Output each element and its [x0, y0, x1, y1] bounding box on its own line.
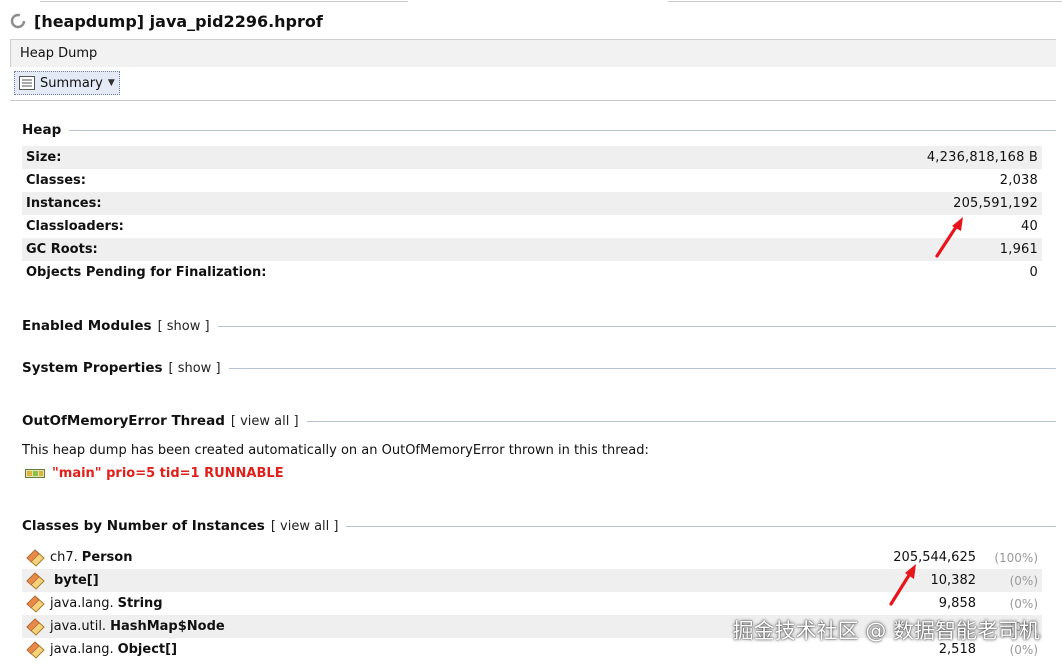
section-divider: [228, 367, 1056, 369]
class-package: java.lang.: [50, 642, 114, 657]
instance-percent: (0%): [1009, 596, 1038, 611]
heap-row-label: Instances:: [26, 196, 102, 211]
view-selector-dropdown[interactable]: Summary ▼: [14, 71, 120, 95]
window-title: [heapdump] java_pid2296.hprof: [34, 11, 323, 31]
class-icon: [26, 571, 45, 590]
system-properties-section-header: System Properties [ show ]: [22, 358, 1056, 378]
class-name-link[interactable]: java.lang. Object[]: [26, 640, 856, 659]
enabled-modules-section-header: Enabled Modules [ show ]: [22, 316, 1056, 336]
class-icon: [26, 640, 45, 659]
class-name-link[interactable]: java.lang. String: [26, 594, 856, 613]
class-name-link[interactable]: byte[]: [26, 571, 856, 590]
section-divider: [306, 420, 1056, 422]
oom-thread-view-all-link[interactable]: [ view all ]: [231, 414, 299, 429]
heap-row-classloaders: Classloaders: 40: [22, 215, 1042, 238]
class-icon: [26, 548, 45, 567]
heap-section-header: Heap: [22, 120, 1056, 140]
heap-summary-table: Size: 4,236,818,168 B Classes: 2,038 Ins…: [22, 146, 1042, 284]
oom-description: This heap dump has been created automati…: [22, 443, 649, 458]
heap-row-gc-roots: GC Roots: 1,961: [22, 238, 1042, 261]
heap-row-value: 1,961: [999, 242, 1038, 257]
classes-view-all-link[interactable]: [ view all ]: [271, 519, 339, 534]
classes-section-header: Classes by Number of Instances [ view al…: [22, 516, 1056, 536]
enabled-modules-title: Enabled Modules: [22, 318, 152, 334]
title-bar: [heapdump] java_pid2296.hprof: [10, 8, 323, 34]
thread-icon: [25, 469, 45, 478]
class-simple-name: HashMap$Node: [110, 619, 225, 634]
heap-row-label: Size:: [26, 150, 62, 165]
class-package: ch7.: [50, 550, 78, 565]
heap-row-instances: Instances: 205,591,192: [22, 192, 1042, 215]
annotation-arrow-icon: [935, 217, 963, 258]
class-name-link[interactable]: java.util. HashMap$Node: [26, 617, 856, 636]
summary-content: Heap Size: 4,236,818,168 B Classes: 2,03…: [0, 102, 1062, 665]
toolbar: Summary ▼: [10, 67, 1056, 101]
instance-percent: (0%): [1009, 573, 1038, 588]
thread-label: "main" prio=5 tid=1 RUNNABLE: [52, 466, 284, 481]
class-package: java.util.: [50, 619, 107, 634]
view-selector-label: Summary: [40, 75, 103, 91]
enabled-modules-show-link[interactable]: [ show ]: [158, 319, 210, 334]
section-divider: [69, 129, 1056, 131]
class-name-link[interactable]: ch7. Person: [26, 548, 856, 567]
class-simple-name: byte[]: [54, 573, 99, 588]
heap-row-label: Objects Pending for Finalization:: [26, 265, 267, 280]
class-icon: [26, 617, 45, 636]
heap-row-value: 40: [1021, 219, 1038, 234]
oom-thread-link[interactable]: "main" prio=5 tid=1 RUNNABLE: [25, 466, 284, 481]
heap-row-label: Classes:: [26, 173, 86, 188]
heap-row-pending-finalization: Objects Pending for Finalization: 0: [22, 261, 1042, 284]
heap-section-title: Heap: [22, 122, 62, 138]
class-package: java.lang.: [50, 596, 114, 611]
instance-percent: (100%): [994, 550, 1038, 565]
heap-row-label: Classloaders:: [26, 219, 124, 234]
heap-row-value: 0: [1029, 265, 1038, 280]
class-simple-name: Object[]: [117, 642, 178, 657]
heap-row-size: Size: 4,236,818,168 B: [22, 146, 1042, 169]
annotation-arrow-icon: [889, 564, 916, 606]
loading-spinner-icon: [10, 13, 26, 29]
heap-row-label: GC Roots:: [26, 242, 98, 257]
tab-heap-dump[interactable]: Heap Dump: [11, 46, 97, 61]
section-divider: [217, 325, 1056, 327]
class-simple-name: Person: [81, 550, 133, 565]
class-simple-name: String: [117, 596, 163, 611]
oom-thread-section-header: OutOfMemoryError Thread [ view all ]: [22, 411, 1056, 431]
classes-section-title: Classes by Number of Instances: [22, 518, 265, 534]
heap-row-value: 2,038: [999, 173, 1038, 188]
heap-row-classes: Classes: 2,038: [22, 169, 1042, 192]
section-divider: [346, 525, 1056, 527]
oom-thread-title: OutOfMemoryError Thread: [22, 413, 225, 429]
tab-bar: Heap Dump: [10, 39, 1056, 67]
summary-view-icon: [19, 76, 35, 90]
watermark: 掘金技术社区 @ 数据智能老司机: [732, 619, 1040, 643]
class-icon: [26, 594, 45, 613]
heap-row-value: 205,591,192: [953, 196, 1038, 211]
top-border: [0, 0, 1062, 4]
system-properties-title: System Properties: [22, 360, 163, 376]
chevron-down-icon: ▼: [107, 78, 115, 88]
system-properties-show-link[interactable]: [ show ]: [169, 361, 221, 376]
heap-row-value: 4,236,818,168 B: [926, 150, 1038, 165]
